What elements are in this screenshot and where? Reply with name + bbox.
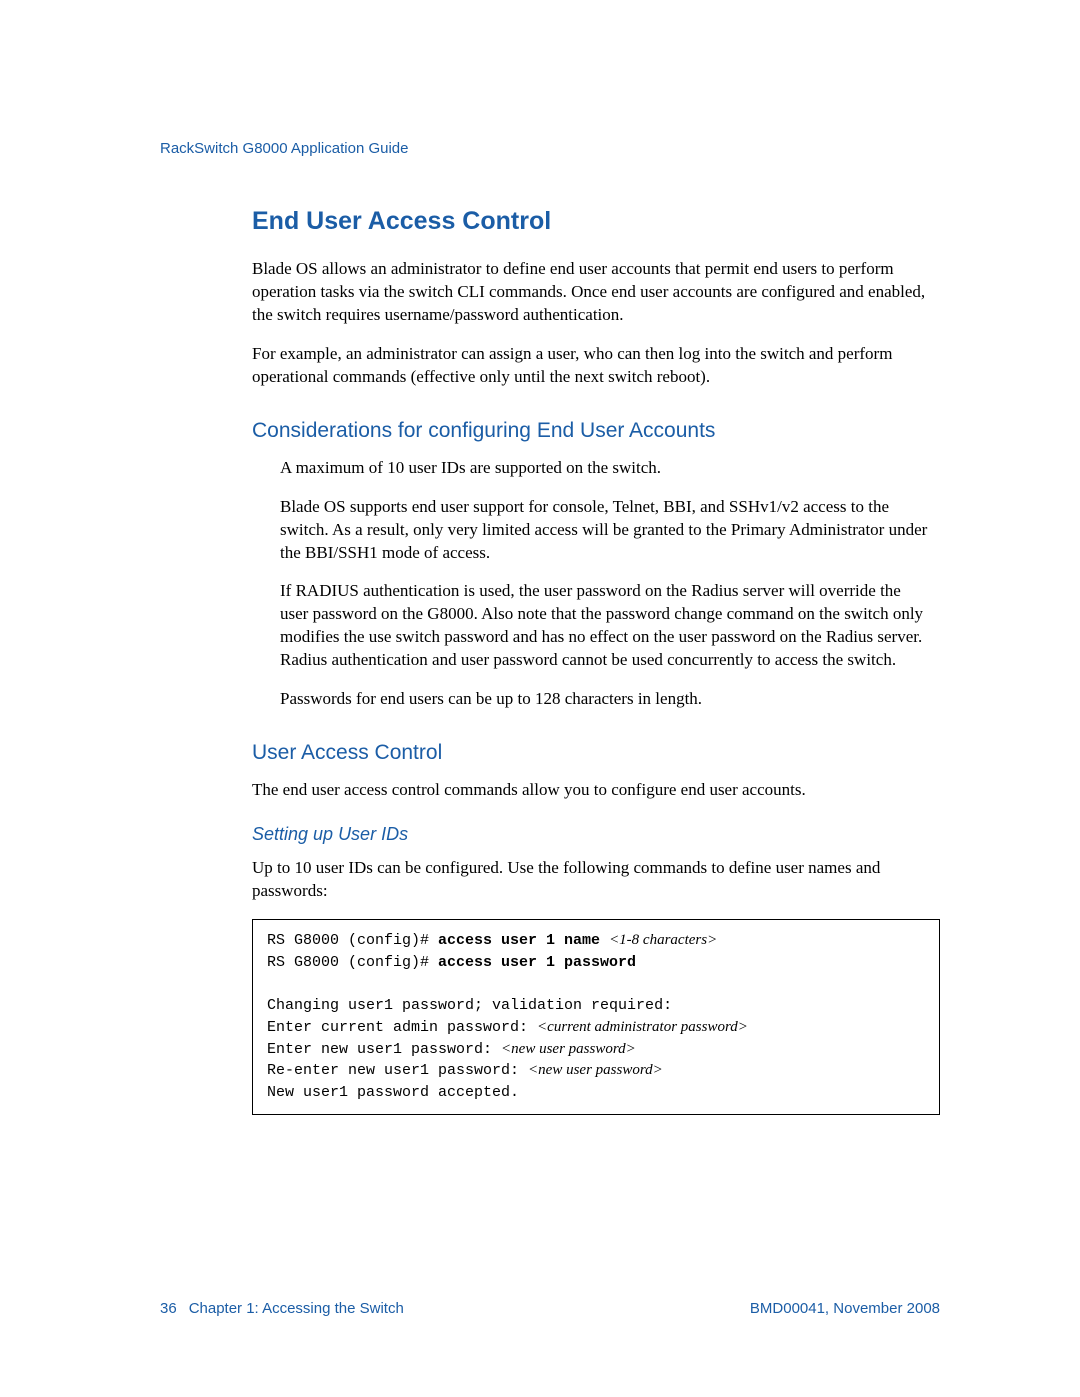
body-paragraph: Up to 10 user IDs can be configured. Use…: [252, 857, 940, 903]
code-text: Re-enter new user1 password:: [267, 1062, 528, 1079]
code-line: Enter current admin password: <current a…: [267, 1017, 925, 1039]
code-argument: <1-8 characters>: [609, 932, 717, 948]
code-block: RS G8000 (config)# access user 1 name <1…: [252, 919, 940, 1115]
code-prompt: RS G8000 (config)#: [267, 932, 438, 949]
code-line: Re-enter new user1 password: <new user p…: [267, 1060, 925, 1082]
code-blank-line: [267, 973, 925, 995]
code-command: access user 1 password: [438, 954, 636, 971]
heading-2: Considerations for configuring End User …: [252, 419, 940, 443]
code-line: RS G8000 (config)# access user 1 name <1…: [267, 930, 925, 952]
code-line: New user1 password accepted.: [267, 1082, 925, 1104]
main-content: End User Access Control Blade OS allows …: [160, 207, 940, 1115]
code-line: Changing user1 password; validation requ…: [267, 995, 925, 1017]
code-line: RS G8000 (config)# access user 1 passwor…: [267, 952, 925, 974]
code-argument: <current administrator password>: [537, 1019, 748, 1035]
page-number: 36: [160, 1300, 177, 1317]
list-item: Passwords for end users can be up to 128…: [280, 688, 928, 711]
document-header: RackSwitch G8000 Application Guide: [160, 140, 940, 157]
list-item: A maximum of 10 user IDs are supported o…: [280, 457, 928, 480]
code-text: Enter current admin password:: [267, 1019, 537, 1036]
code-command: access user 1 name: [438, 932, 609, 949]
body-paragraph: For example, an administrator can assign…: [252, 343, 940, 389]
footer-right: BMD00041, November 2008: [750, 1300, 940, 1317]
list-item: Blade OS supports end user support for c…: [280, 496, 928, 565]
heading-3: Setting up User IDs: [252, 824, 940, 845]
code-text: Enter new user1 password:: [267, 1041, 501, 1058]
footer-left: 36 Chapter 1: Accessing the Switch: [160, 1300, 404, 1317]
chapter-name: Chapter 1: Accessing the Switch: [189, 1300, 404, 1317]
code-argument: <new user password>: [528, 1062, 663, 1078]
heading-1: End User Access Control: [252, 207, 940, 236]
page-footer: 36 Chapter 1: Accessing the Switch BMD000…: [160, 1300, 940, 1317]
code-line: Enter new user1 password: <new user pass…: [267, 1039, 925, 1061]
code-prompt: RS G8000 (config)#: [267, 954, 438, 971]
heading-2: User Access Control: [252, 741, 940, 765]
code-argument: <new user password>: [501, 1041, 636, 1057]
body-paragraph: Blade OS allows an administrator to defi…: [252, 258, 940, 327]
body-paragraph: The end user access control commands all…: [252, 779, 940, 802]
list-item: If RADIUS authentication is used, the us…: [280, 580, 928, 672]
